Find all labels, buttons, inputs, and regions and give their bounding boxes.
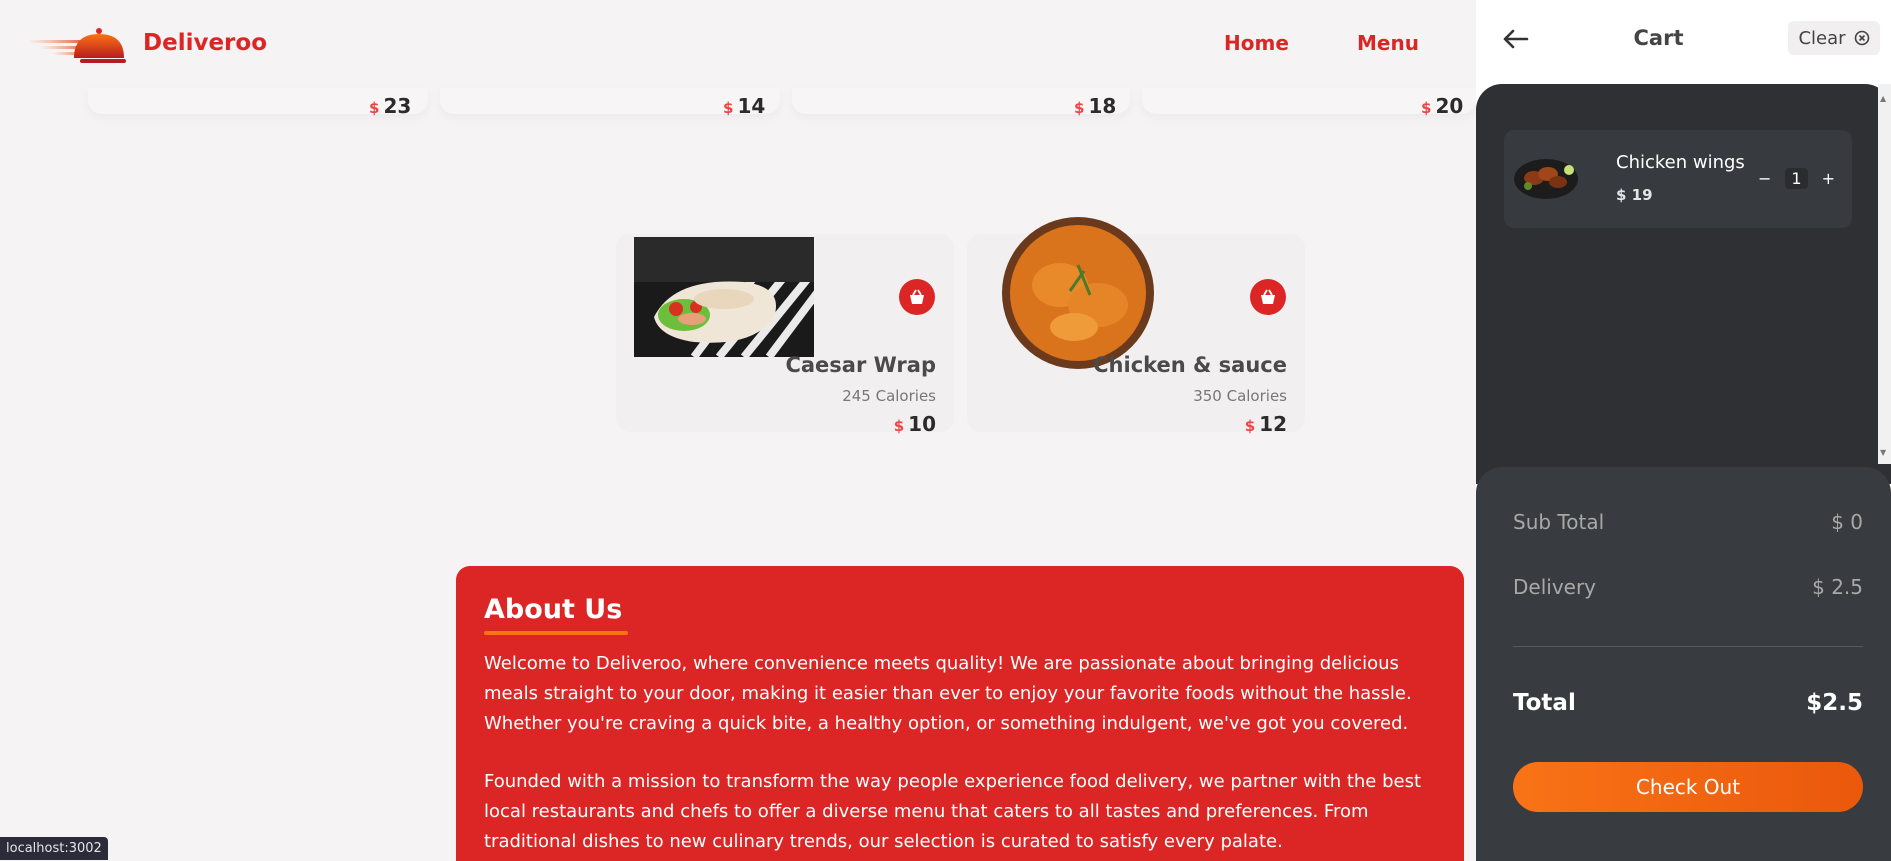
item-price: $10 — [893, 412, 936, 436]
quantity-stepper: − 1 + — [1758, 168, 1835, 189]
chicken-sauce-image — [1002, 217, 1154, 369]
total-label: Total — [1513, 690, 1576, 716]
scrollbar[interactable] — [1878, 84, 1891, 464]
delivery-cloche-icon — [28, 28, 126, 63]
clear-icon — [1854, 30, 1869, 46]
subtotal-row: Sub Total $ 0 — [1513, 510, 1863, 534]
delivery-row: Delivery $ 2.5 — [1513, 575, 1863, 599]
delivery-value: $ 2.5 — [1812, 575, 1863, 599]
nav-menu[interactable]: Menu — [1357, 31, 1419, 55]
cart-item-price: $ 19 — [1616, 186, 1653, 204]
status-bar-url: localhost:3002 — [0, 837, 108, 860]
cart-title: Cart — [1633, 26, 1684, 50]
item-name: Chicken & sauce — [1093, 353, 1287, 377]
currency-symbol: $ — [369, 99, 380, 117]
brand-name[interactable]: Deliveroo — [143, 30, 267, 56]
item-price: $23 — [369, 94, 412, 118]
logo[interactable] — [28, 22, 136, 68]
item-name: Caesar Wrap — [785, 353, 936, 377]
currency-symbol: $ — [1421, 99, 1432, 117]
item-price: $14 — [723, 94, 766, 118]
about-paragraph: Welcome to Deliveroo, where convenience … — [484, 653, 1412, 734]
menu-card: Chicken & sauce 350 Calories $12 — [967, 217, 1305, 436]
add-to-cart-button[interactable] — [1250, 279, 1286, 315]
item-calories: 245 Calories — [842, 387, 936, 405]
currency-symbol: $ — [1074, 99, 1085, 117]
delivery-label: Delivery — [1513, 575, 1597, 599]
scroll-down-icon[interactable]: ▼ — [1880, 448, 1886, 457]
clear-cart-button[interactable]: Clear — [1788, 21, 1880, 55]
item-price: $12 — [1244, 412, 1287, 436]
scroll-up-icon[interactable]: ▲ — [1880, 94, 1886, 103]
about-paragraph: Founded with a mission to transform the … — [484, 771, 1422, 852]
item-price: $20 — [1421, 94, 1464, 118]
item-calories: 350 Calories — [1193, 387, 1287, 405]
total-value: $2.5 — [1806, 690, 1863, 716]
caesar-wrap-image — [634, 237, 814, 357]
cart-item-name: Chicken wings — [1616, 152, 1745, 173]
quantity-value: 1 — [1785, 168, 1808, 189]
clear-label: Clear — [1798, 27, 1846, 49]
total-row: Total $2.5 — [1513, 690, 1863, 716]
about-section: About Us Welcome to Deliveroo, where con… — [456, 566, 1464, 861]
basket-icon — [910, 289, 924, 304]
currency-symbol: $ — [723, 99, 734, 117]
decrease-quantity-button[interactable]: − — [1758, 169, 1771, 188]
cart-header: Cart Clear — [1476, 0, 1891, 84]
basket-icon — [1261, 289, 1275, 304]
about-title: About Us — [484, 594, 623, 625]
cart-panel: Cart Clear ▲ ▼ Chicken wings $ 19 − 1 + — [1476, 0, 1891, 861]
currency-symbol: $ — [893, 417, 905, 435]
increase-quantity-button[interactable]: + — [1822, 169, 1835, 188]
add-to-cart-button[interactable] — [899, 279, 935, 315]
item-price: $18 — [1074, 94, 1117, 118]
summary-divider — [1513, 646, 1863, 647]
subtotal-value: $ 0 — [1831, 510, 1863, 534]
title-underline — [484, 631, 628, 635]
checkout-button[interactable]: Check Out — [1513, 762, 1863, 812]
chicken-wings-image — [1514, 159, 1578, 199]
menu-card: Caesar Wrap 245 Calories $10 — [616, 234, 954, 436]
currency-symbol: $ — [1244, 417, 1256, 435]
nav-home[interactable]: Home — [1224, 31, 1289, 55]
cart-item: Chicken wings $ 19 − 1 + — [1504, 130, 1852, 228]
subtotal-label: Sub Total — [1513, 510, 1605, 534]
